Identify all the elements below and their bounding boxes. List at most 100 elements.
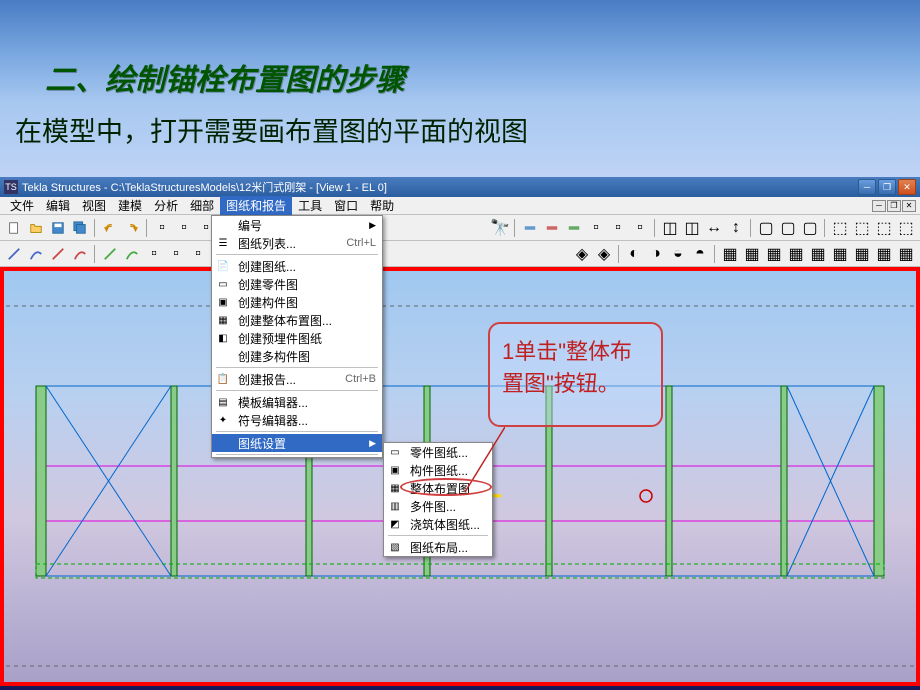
tool-icon[interactable] <box>542 218 562 238</box>
menu-view[interactable]: 视图 <box>76 196 112 215</box>
curve-icon[interactable] <box>26 244 46 264</box>
tool-icon[interactable]: ◓ <box>690 244 710 264</box>
tool-icon[interactable]: ▫ <box>152 218 172 238</box>
line2-icon[interactable] <box>48 244 68 264</box>
window-controls: ─ ❐ ✕ <box>858 179 916 195</box>
tool-icon[interactable]: ◑ <box>646 244 666 264</box>
menu-create-multi-drawing[interactable]: 创建多构件图 <box>212 347 382 365</box>
maximize-button[interactable]: ❐ <box>878 179 896 195</box>
tool-icon[interactable]: ▢ <box>800 218 820 238</box>
tool-icon[interactable]: ◫ <box>660 218 680 238</box>
menu-window[interactable]: 窗口 <box>328 196 364 215</box>
doc-icon: 📄 <box>214 258 232 274</box>
tool-icon[interactable]: ◒ <box>668 244 688 264</box>
menu-symbol-editor[interactable]: ✦ 符号编辑器... <box>212 411 382 429</box>
tool-icon[interactable]: ▦ <box>830 244 850 264</box>
tool-icon[interactable]: ⬚ <box>830 218 850 238</box>
ga-icon: ▦ <box>214 312 232 328</box>
tool-icon[interactable]: ▫ <box>174 218 194 238</box>
tool-icon[interactable]: ▦ <box>896 244 916 264</box>
menu-create-assembly-drawing[interactable]: ▣ 创建构件图 <box>212 293 382 311</box>
tool-icon[interactable]: ⬚ <box>896 218 916 238</box>
menu-file[interactable]: 文件 <box>4 196 40 215</box>
tool-icon[interactable] <box>520 218 540 238</box>
tool-icon[interactable]: ▢ <box>756 218 776 238</box>
tool-icon[interactable]: ◫ <box>682 218 702 238</box>
tool-icon[interactable]: ▦ <box>786 244 806 264</box>
open-icon[interactable] <box>26 218 46 238</box>
menu-help[interactable]: 帮助 <box>364 196 400 215</box>
symbol-icon: ✦ <box>214 412 232 428</box>
separator <box>216 431 378 432</box>
cast-icon: ◩ <box>386 516 404 532</box>
toolbar-2: ▫ ▫ ▫ ▫ ◈ ◈ ◐ ◑ ◒ ◓ ▦ ▦ ▦ ▦ ▦ ▦ ▦ ▦ ▦ <box>0 241 920 267</box>
menu-drawings-reports[interactable]: 图纸和报告 <box>220 196 292 215</box>
menu-drawing-list[interactable]: ☰ 图纸列表... Ctrl+L <box>212 234 382 252</box>
curve3-icon[interactable] <box>122 244 142 264</box>
tool-icon[interactable]: ▦ <box>720 244 740 264</box>
submenu-drawing-layout[interactable]: ▧ 图纸布局... <box>384 538 492 556</box>
tool-icon[interactable]: ▦ <box>808 244 828 264</box>
drawings-menu: 编号 ▶ ☰ 图纸列表... Ctrl+L 📄 创建图纸... ▭ 创建零件图 … <box>211 215 383 458</box>
menu-create-embed-drawing[interactable]: ◧ 创建预埋件图纸 <box>212 329 382 347</box>
tool-icon[interactable]: ▢ <box>778 218 798 238</box>
tool-icon[interactable]: ▦ <box>874 244 894 264</box>
menu-detail[interactable]: 细部 <box>184 196 220 215</box>
tool-icon[interactable]: ▫ <box>630 218 650 238</box>
saveall-icon[interactable] <box>70 218 90 238</box>
menu-tools[interactable]: 工具 <box>292 196 328 215</box>
menu-drawing-settings[interactable]: 图纸设置 ▶ <box>212 434 382 452</box>
menu-edit[interactable]: 编辑 <box>40 196 76 215</box>
tool-icon[interactable]: ⬚ <box>874 218 894 238</box>
menu-create-part-drawing[interactable]: ▭ 创建零件图 <box>212 275 382 293</box>
menu-analysis[interactable]: 分析 <box>148 196 184 215</box>
tool-icon[interactable]: ▫ <box>188 244 208 264</box>
callout-step1: 1单击"整体布置图"按钮。 <box>488 322 663 427</box>
mdi-minimize[interactable]: ─ <box>872 200 886 212</box>
menu-numbering[interactable]: 编号 ▶ <box>212 216 382 234</box>
binoculars-icon[interactable]: 🔭 <box>490 218 510 238</box>
mdi-close[interactable]: ✕ <box>902 200 916 212</box>
blank-icon <box>214 348 232 364</box>
tool-icon[interactable] <box>564 218 584 238</box>
redo-icon[interactable] <box>122 218 142 238</box>
minimize-button[interactable]: ─ <box>858 179 876 195</box>
menu-create-report[interactable]: 📋 创建报告... Ctrl+B <box>212 370 382 388</box>
save-icon[interactable] <box>48 218 68 238</box>
tool-icon[interactable]: ▦ <box>742 244 762 264</box>
submenu-cast-drawing[interactable]: ◩ 浇筑体图纸... <box>384 515 492 533</box>
slide-title: 二、绘制锚栓布置图的步骤 <box>45 55 405 99</box>
separator <box>824 219 826 237</box>
curve2-icon[interactable] <box>70 244 90 264</box>
menubar: 文件 编辑 视图 建模 分析 细部 图纸和报告 工具 窗口 帮助 ─ ❐ ✕ <box>0 197 920 215</box>
tool-icon[interactable]: ▦ <box>764 244 784 264</box>
line-icon[interactable] <box>4 244 24 264</box>
tool-icon[interactable]: ↕ <box>726 218 746 238</box>
separator <box>146 219 148 237</box>
titlebar[interactable]: TS Tekla Structures - C:\TeklaStructures… <box>0 177 920 197</box>
tool-icon[interactable]: ◈ <box>594 244 614 264</box>
mdi-restore[interactable]: ❐ <box>887 200 901 212</box>
callout-connector <box>465 427 505 492</box>
separator <box>216 367 378 368</box>
tool-icon[interactable]: ↔ <box>704 218 724 238</box>
tool-icon[interactable]: ◐ <box>624 244 644 264</box>
tool-icon[interactable]: ▫ <box>586 218 606 238</box>
tool-icon[interactable]: ▦ <box>852 244 872 264</box>
undo-icon[interactable] <box>100 218 120 238</box>
tool-icon[interactable]: ◈ <box>572 244 592 264</box>
separator <box>216 390 378 391</box>
tool-icon[interactable]: ▫ <box>608 218 628 238</box>
tool-icon[interactable]: ▫ <box>166 244 186 264</box>
tool-icon[interactable]: ▫ <box>144 244 164 264</box>
line3-icon[interactable] <box>100 244 120 264</box>
menu-create-ga-drawing[interactable]: ▦ 创建整体布置图... <box>212 311 382 329</box>
menu-model[interactable]: 建模 <box>112 196 148 215</box>
tool-icon[interactable]: ⬚ <box>852 218 872 238</box>
submenu-multi-drawing[interactable]: ▥ 多件图... <box>384 497 492 515</box>
new-icon[interactable] <box>4 218 24 238</box>
close-button[interactable]: ✕ <box>898 179 916 195</box>
menu-template-editor[interactable]: ▤ 模板编辑器... <box>212 393 382 411</box>
menu-create-drawing[interactable]: 📄 创建图纸... <box>212 257 382 275</box>
blank-icon <box>214 217 232 233</box>
